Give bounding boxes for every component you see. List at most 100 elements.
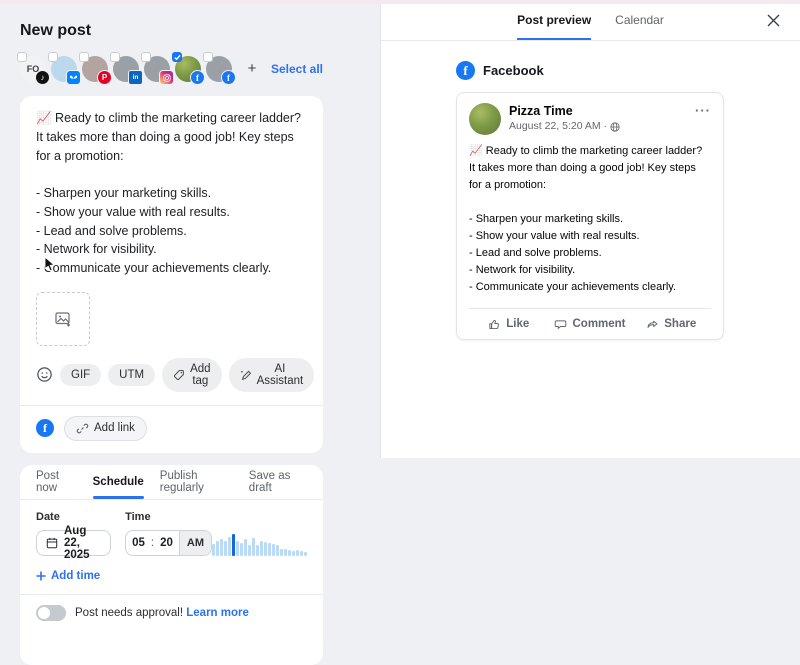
post-more-button[interactable]: ··· bbox=[695, 103, 711, 118]
linkedin-badge-icon: in bbox=[128, 70, 143, 85]
tab-save-as-draft[interactable]: Save as draft bbox=[249, 465, 307, 499]
plus-icon bbox=[36, 571, 46, 581]
tag-icon bbox=[173, 369, 185, 381]
account-checkbox[interactable] bbox=[203, 52, 213, 62]
thumbs-up-icon bbox=[488, 318, 501, 331]
globe-icon bbox=[610, 122, 620, 132]
histogram-bar[interactable] bbox=[240, 542, 243, 556]
time-hour[interactable]: 05 bbox=[126, 537, 151, 549]
add-tag-button[interactable]: Add tag bbox=[162, 357, 222, 392]
gif-button[interactable]: GIF bbox=[60, 363, 102, 386]
post-text-editor[interactable]: 📈 Ready to climb the marketing career la… bbox=[36, 109, 307, 278]
tab-post-preview[interactable]: Post preview bbox=[517, 0, 592, 40]
composer-toolbar: GIF UTM Add tag AI Assistant bbox=[36, 357, 315, 392]
account-checkbox[interactable] bbox=[17, 52, 27, 62]
histogram-bar[interactable] bbox=[244, 538, 247, 556]
histogram-bar[interactable] bbox=[248, 544, 251, 556]
account-avatar-linkedin[interactable]: in bbox=[110, 52, 143, 85]
time-meridiem-toggle[interactable]: AM bbox=[178, 530, 211, 555]
best-time-histogram[interactable] bbox=[212, 533, 307, 556]
account-avatar-bluesky[interactable] bbox=[48, 52, 81, 85]
schedule-card: Post now Schedule Publish regularly Save… bbox=[20, 464, 323, 665]
instagram-badge-icon bbox=[159, 70, 174, 85]
account-avatar-tiktok[interactable]: FO ♪ bbox=[17, 52, 50, 85]
histogram-bar[interactable] bbox=[300, 550, 303, 556]
preview-post-header: Pizza Time August 22, 5:20 AM · ··· bbox=[457, 93, 723, 141]
histogram-bar[interactable] bbox=[276, 544, 279, 556]
share-button[interactable]: Share bbox=[632, 317, 711, 332]
time-minute[interactable]: 20 bbox=[154, 537, 179, 549]
account-checkbox[interactable] bbox=[110, 52, 120, 62]
histogram-bar[interactable] bbox=[284, 548, 287, 556]
add-account-button[interactable]: + bbox=[241, 58, 263, 80]
account-checkbox[interactable] bbox=[141, 52, 151, 62]
date-time-row: Date Aug 22, 2025 Time 05: 20 AM bbox=[36, 510, 307, 561]
add-media-dropzone[interactable] bbox=[36, 291, 90, 346]
select-all-link[interactable]: Select all bbox=[271, 62, 323, 76]
histogram-bar-selected[interactable] bbox=[232, 533, 235, 556]
composer-card: 📈 Ready to climb the marketing career la… bbox=[20, 96, 323, 453]
ai-pen-icon bbox=[240, 369, 252, 381]
comment-icon bbox=[554, 318, 567, 331]
tiktok-badge-icon: ♪ bbox=[35, 70, 50, 85]
share-label: Share bbox=[664, 318, 697, 331]
account-avatar-facebook[interactable]: f bbox=[172, 52, 205, 85]
composer-panel: New post FO ♪ Pin f f + Select all 📈 Ready t… bbox=[0, 0, 380, 665]
histogram-bar[interactable] bbox=[288, 549, 291, 556]
histogram-bar[interactable] bbox=[264, 541, 267, 556]
account-checkbox[interactable] bbox=[48, 52, 58, 62]
histogram-bar[interactable] bbox=[216, 540, 219, 556]
account-checkbox-checked[interactable] bbox=[172, 52, 182, 62]
preview-post-text: 📈 Ready to climb the marketing career la… bbox=[469, 145, 703, 294]
comment-label: Comment bbox=[572, 318, 626, 331]
histogram-bar[interactable] bbox=[260, 540, 263, 556]
date-value: Aug 22, 2025 bbox=[64, 524, 90, 561]
add-link-button[interactable]: Add link bbox=[64, 415, 147, 441]
time-input[interactable]: 05 : 20 AM bbox=[125, 529, 212, 556]
learn-more-link[interactable]: Learn more bbox=[186, 607, 249, 619]
histogram-bar[interactable] bbox=[224, 540, 227, 556]
histogram-bar[interactable] bbox=[268, 542, 271, 556]
histogram-bar[interactable] bbox=[280, 548, 283, 556]
gif-button-label: GIF bbox=[71, 368, 91, 381]
bluesky-badge-icon bbox=[66, 70, 81, 85]
comment-button[interactable]: Comment bbox=[548, 317, 631, 332]
emoji-picker-button[interactable] bbox=[36, 366, 53, 384]
accounts-row: FO ♪ Pin f f + Select all bbox=[17, 52, 323, 85]
histogram-bar[interactable] bbox=[236, 540, 239, 556]
date-input[interactable]: Aug 22, 2025 bbox=[36, 525, 112, 561]
add-time-link[interactable]: Add time bbox=[36, 570, 307, 582]
utm-button[interactable]: UTM bbox=[108, 363, 156, 386]
histogram-bar[interactable] bbox=[272, 543, 275, 556]
histogram-bar[interactable] bbox=[212, 543, 215, 556]
facebook-icon: f bbox=[36, 419, 54, 438]
calendar-icon bbox=[46, 537, 58, 549]
pinterest-badge-icon: P bbox=[97, 70, 112, 85]
tab-schedule[interactable]: Schedule bbox=[92, 465, 144, 499]
histogram-bar[interactable] bbox=[292, 550, 295, 556]
like-button[interactable]: Like bbox=[469, 317, 548, 332]
approval-toggle[interactable] bbox=[36, 604, 66, 621]
histogram-bar[interactable] bbox=[252, 537, 255, 556]
histogram-bar[interactable] bbox=[296, 549, 299, 556]
link-icon bbox=[76, 422, 89, 435]
tab-post-now[interactable]: Post now bbox=[36, 465, 77, 499]
account-checkbox[interactable] bbox=[79, 52, 89, 62]
tab-calendar[interactable]: Calendar bbox=[615, 0, 664, 40]
account-avatar-instagram[interactable] bbox=[141, 52, 174, 85]
account-avatar-pinterest[interactable]: P bbox=[79, 52, 112, 85]
approval-label-text: Post needs approval! bbox=[75, 606, 184, 619]
date-label: Date bbox=[36, 510, 60, 523]
histogram-bar[interactable] bbox=[220, 538, 223, 556]
close-button[interactable] bbox=[764, 11, 782, 29]
histogram-bar[interactable] bbox=[304, 551, 307, 556]
account-avatar-facebook[interactable]: f bbox=[203, 52, 236, 85]
ai-assistant-button[interactable]: AI Assistant bbox=[228, 357, 315, 392]
preview-panel: Post preview Calendar f Facebook Pizza T… bbox=[380, 0, 800, 458]
composer-divider bbox=[20, 404, 323, 406]
tab-publish-regularly[interactable]: Publish regularly bbox=[160, 465, 233, 499]
histogram-bar[interactable] bbox=[256, 544, 259, 556]
histogram-bar[interactable] bbox=[228, 536, 231, 556]
time-label: Time bbox=[125, 510, 151, 523]
page-avatar bbox=[469, 103, 501, 135]
